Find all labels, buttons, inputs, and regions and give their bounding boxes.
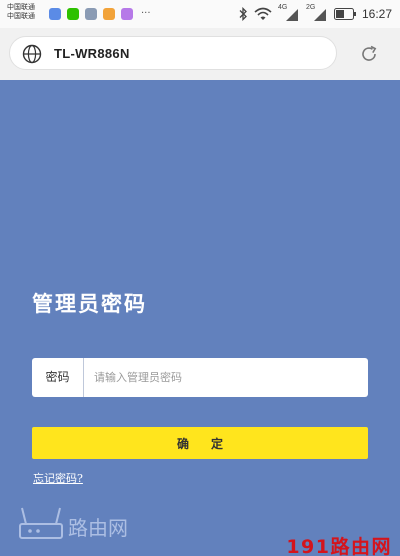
signal-4g: 4G (278, 4, 300, 22)
clock: 16:27 (361, 7, 392, 21)
notification-icons: ··· (49, 8, 151, 20)
forgot-password-link[interactable]: 忘记密码? (33, 470, 83, 486)
system-icons: 4G 2G 16:27 (238, 4, 392, 22)
battery-icon (333, 8, 356, 20)
globe-icon (22, 44, 42, 64)
watermark-logo: 路由网 (19, 507, 128, 540)
carrier-info: 中国联通 中国联通 (7, 3, 35, 21)
app-notification-icon (103, 8, 115, 20)
browser-address-bar: TL-WR886N (0, 28, 400, 80)
password-label: 密码 (32, 358, 84, 397)
url-text: TL-WR886N (54, 46, 130, 61)
more-notifications-icon: ··· (141, 8, 151, 19)
watermark-text: 191路由网 (286, 536, 392, 556)
carrier-name: 中国联通 (7, 3, 35, 11)
signal-icon (313, 9, 326, 21)
reload-icon[interactable] (358, 43, 380, 65)
carrier-name: 中国联通 (7, 12, 35, 20)
gallery-icon (85, 8, 97, 20)
bluetooth-icon (239, 7, 247, 21)
svg-text:路由网: 路由网 (68, 516, 128, 540)
signal-icon (285, 9, 298, 21)
app-notification-icon (121, 8, 133, 20)
signal-2g: 2G (306, 4, 328, 22)
app-notification-icon (49, 8, 61, 20)
password-input[interactable] (84, 358, 368, 397)
wifi-icon (254, 7, 272, 20)
page-title: 管理员密码 (32, 291, 147, 316)
password-field-group: 密码 (32, 358, 368, 397)
wechat-icon (67, 8, 79, 20)
status-bar: 中国联通 中国联通 ··· 4G 2G 16:27 (0, 0, 400, 28)
confirm-button[interactable]: 确定 (32, 427, 368, 459)
url-field[interactable]: TL-WR886N (9, 36, 337, 70)
